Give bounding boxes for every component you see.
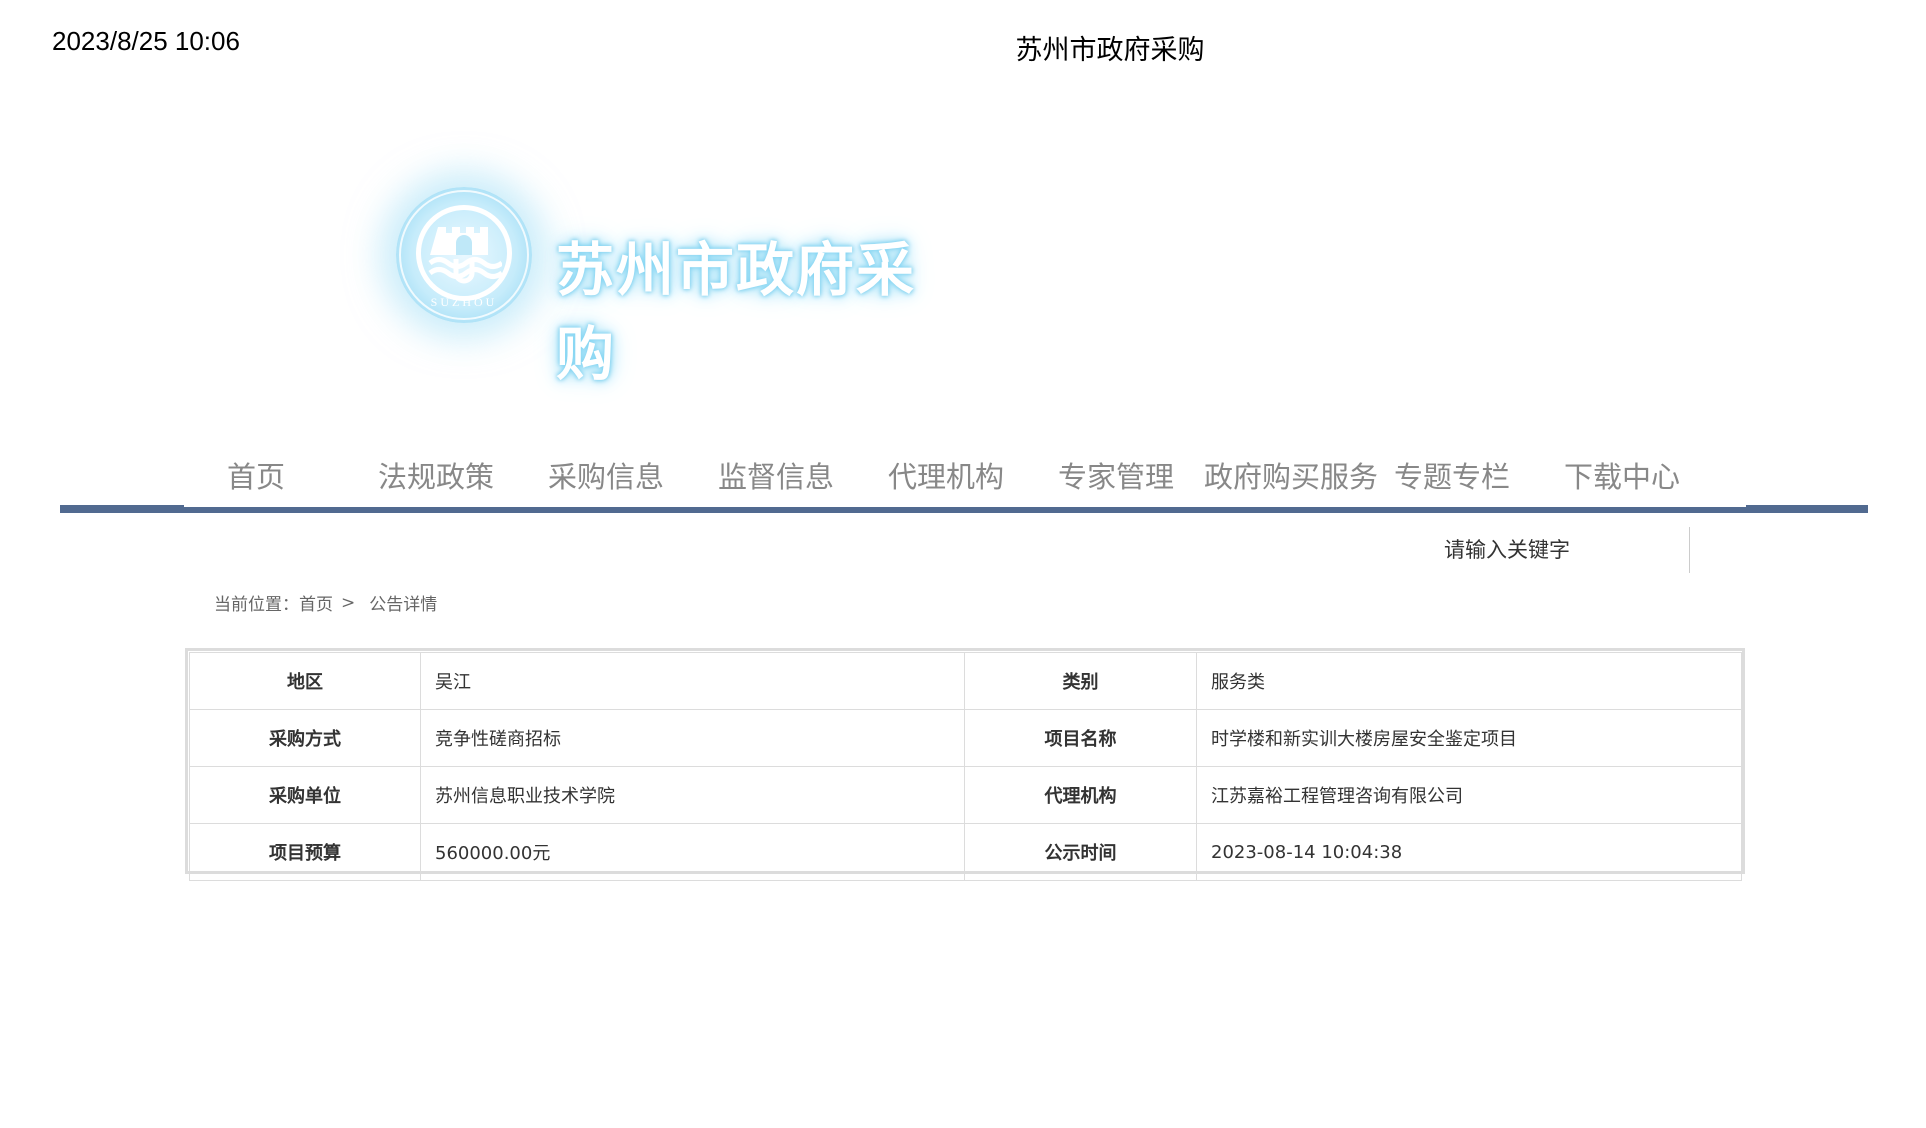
field-label: 地区 bbox=[189, 652, 421, 710]
nav-item-downloads[interactable]: 下载中心 bbox=[1552, 452, 1692, 508]
field-label: 代理机构 bbox=[964, 766, 1197, 824]
field-label: 采购单位 bbox=[189, 766, 421, 824]
table-row: 采购方式 竞争性磋商招标 项目名称 时学楼和新实训大楼房屋安全鉴定项目 bbox=[189, 709, 1742, 767]
nav-item-policy[interactable]: 法规政策 bbox=[366, 452, 506, 508]
breadcrumb-home-link[interactable]: 首页 bbox=[299, 590, 333, 615]
nav-item-home[interactable]: 首页 bbox=[208, 452, 304, 508]
field-value: 560000.00元 bbox=[420, 823, 965, 881]
nav-item-procurement-info[interactable]: 采购信息 bbox=[536, 452, 676, 508]
field-value: 江苏嘉裕工程管理咨询有限公司 bbox=[1196, 766, 1742, 824]
main-nav: 首页 法规政策 采购信息 监督信息 代理机构 专家管理 政府购买服务 专题专栏 … bbox=[184, 452, 1744, 508]
breadcrumb: 当前位置： 首页 > 公告详情 bbox=[214, 590, 438, 616]
breadcrumb-current: 公告详情 bbox=[369, 595, 438, 615]
nav-item-special-topics[interactable]: 专题专栏 bbox=[1382, 452, 1522, 508]
search-divider bbox=[1689, 527, 1690, 573]
nav-item-gov-services[interactable]: 政府购买服务 bbox=[1196, 452, 1386, 508]
nav-underline bbox=[60, 507, 1868, 513]
search-input[interactable] bbox=[1414, 527, 1692, 573]
field-value: 吴江 bbox=[420, 652, 965, 710]
nav-item-experts[interactable]: 专家管理 bbox=[1046, 452, 1186, 508]
chevron-right-icon: > bbox=[341, 592, 356, 613]
nav-item-agencies[interactable]: 代理机构 bbox=[876, 452, 1016, 508]
suzhou-emblem-icon: SUZHOU bbox=[396, 187, 532, 323]
emblem-caption: SUZHOU bbox=[430, 295, 498, 309]
table-row: 地区 吴江 类别 服务类 bbox=[189, 652, 1742, 710]
field-label: 公示时间 bbox=[964, 823, 1197, 881]
field-label: 采购方式 bbox=[189, 709, 421, 767]
field-value: 竞争性磋商招标 bbox=[420, 709, 965, 767]
breadcrumb-prefix: 当前位置： bbox=[214, 595, 299, 615]
logo-text: 苏州市政府采购 bbox=[556, 236, 917, 388]
field-value: 苏州信息职业技术学院 bbox=[420, 766, 965, 824]
print-title: 苏州市政府采购 bbox=[1015, 35, 1205, 66]
field-label: 项目预算 bbox=[189, 823, 421, 881]
field-label: 项目名称 bbox=[964, 709, 1197, 767]
field-value: 2023-08-14 10:04:38 bbox=[1196, 823, 1742, 881]
table-row: 项目预算 560000.00元 公示时间 2023-08-14 10:04:38 bbox=[189, 823, 1742, 881]
table-row: 采购单位 苏州信息职业技术学院 代理机构 江苏嘉裕工程管理咨询有限公司 bbox=[189, 766, 1742, 824]
field-value: 时学楼和新实训大楼房屋安全鉴定项目 bbox=[1196, 709, 1742, 767]
announcement-detail-table: 地区 吴江 类别 服务类 采购方式 竞争性磋商招标 项目名称 时学楼和新实训大楼… bbox=[185, 648, 1745, 881]
field-value: 服务类 bbox=[1196, 652, 1742, 710]
site-logo[interactable]: SUZHOU 苏州市政府采购 bbox=[384, 165, 964, 388]
field-label: 类别 bbox=[964, 652, 1197, 710]
nav-item-supervision-info[interactable]: 监督信息 bbox=[706, 452, 846, 508]
